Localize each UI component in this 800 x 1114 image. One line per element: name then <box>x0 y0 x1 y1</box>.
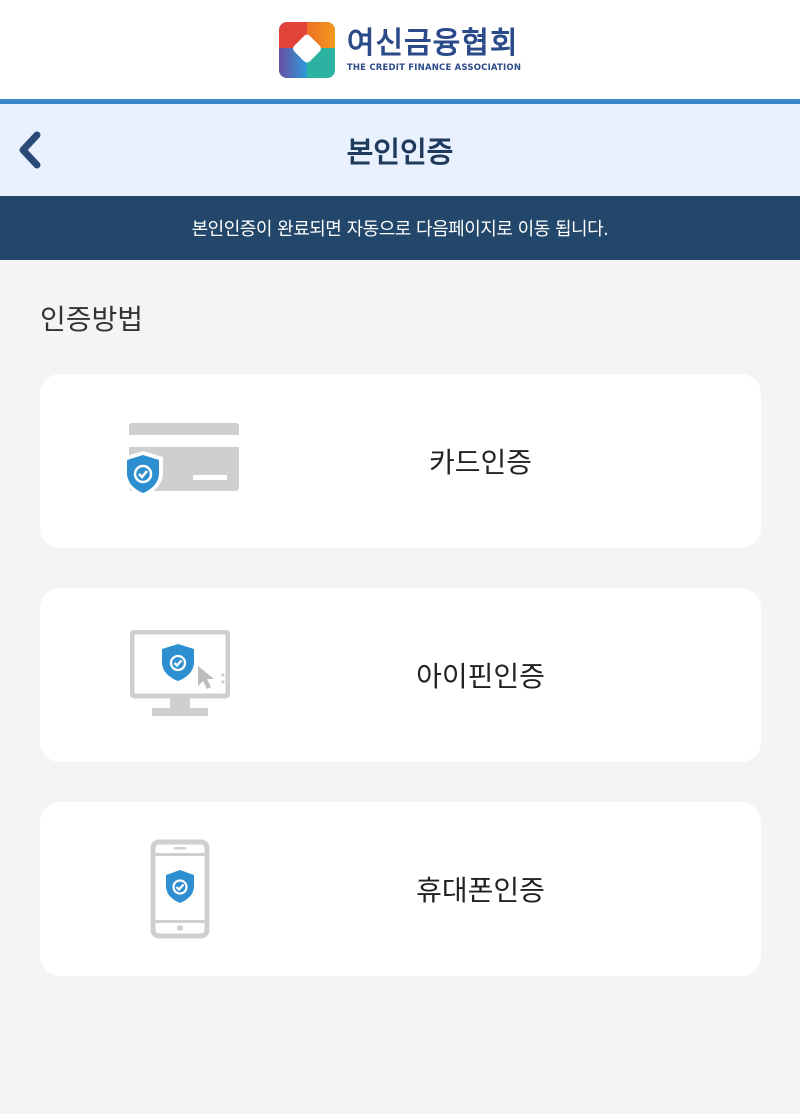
monitor-shield-icon <box>130 630 230 716</box>
card-auth-label: 카드인증 <box>428 446 533 479</box>
back-button[interactable] <box>12 130 48 170</box>
site-header: 여신금융협회 THE CREDIT FINANCE ASSOCIATION <box>0 0 800 104</box>
title-bar: 본인인증 <box>0 104 800 196</box>
section-title: 인증방법 <box>40 303 144 336</box>
phone-auth-button[interactable]: 휴대폰인증 <box>40 802 761 976</box>
card-auth-button[interactable]: 카드인증 <box>40 374 761 548</box>
method-icon-wrap <box>112 834 248 944</box>
logo-mark-icon <box>278 21 335 78</box>
chevron-left-icon <box>19 131 41 169</box>
notice-text: 본인인증이 완료되면 자동으로 다음페이지로 이동 됩니다. <box>191 219 609 240</box>
method-icon-wrap <box>112 620 248 730</box>
auth-method-list: 카드인증 아이핀인증 휴대폰인증 <box>0 374 800 976</box>
card-shield-icon <box>123 423 239 497</box>
logo-korean-text: 여신금융협회 <box>346 25 519 61</box>
phone-auth-label: 휴대폰인증 <box>416 874 545 907</box>
method-icon-wrap <box>112 406 248 516</box>
page-title: 본인인증 <box>346 135 454 169</box>
logo-english-text: THE CREDIT FINANCE ASSOCIATION <box>346 62 522 73</box>
ipin-auth-button[interactable]: 아이핀인증 <box>40 588 761 762</box>
notice-bar: 본인인증이 완료되면 자동으로 다음페이지로 이동 됩니다. <box>0 196 800 260</box>
ipin-auth-label: 아이핀인증 <box>416 660 545 693</box>
phone-shield-icon <box>150 839 210 939</box>
logo[interactable]: 여신금융협회 THE CREDIT FINANCE ASSOCIATION <box>278 21 522 78</box>
